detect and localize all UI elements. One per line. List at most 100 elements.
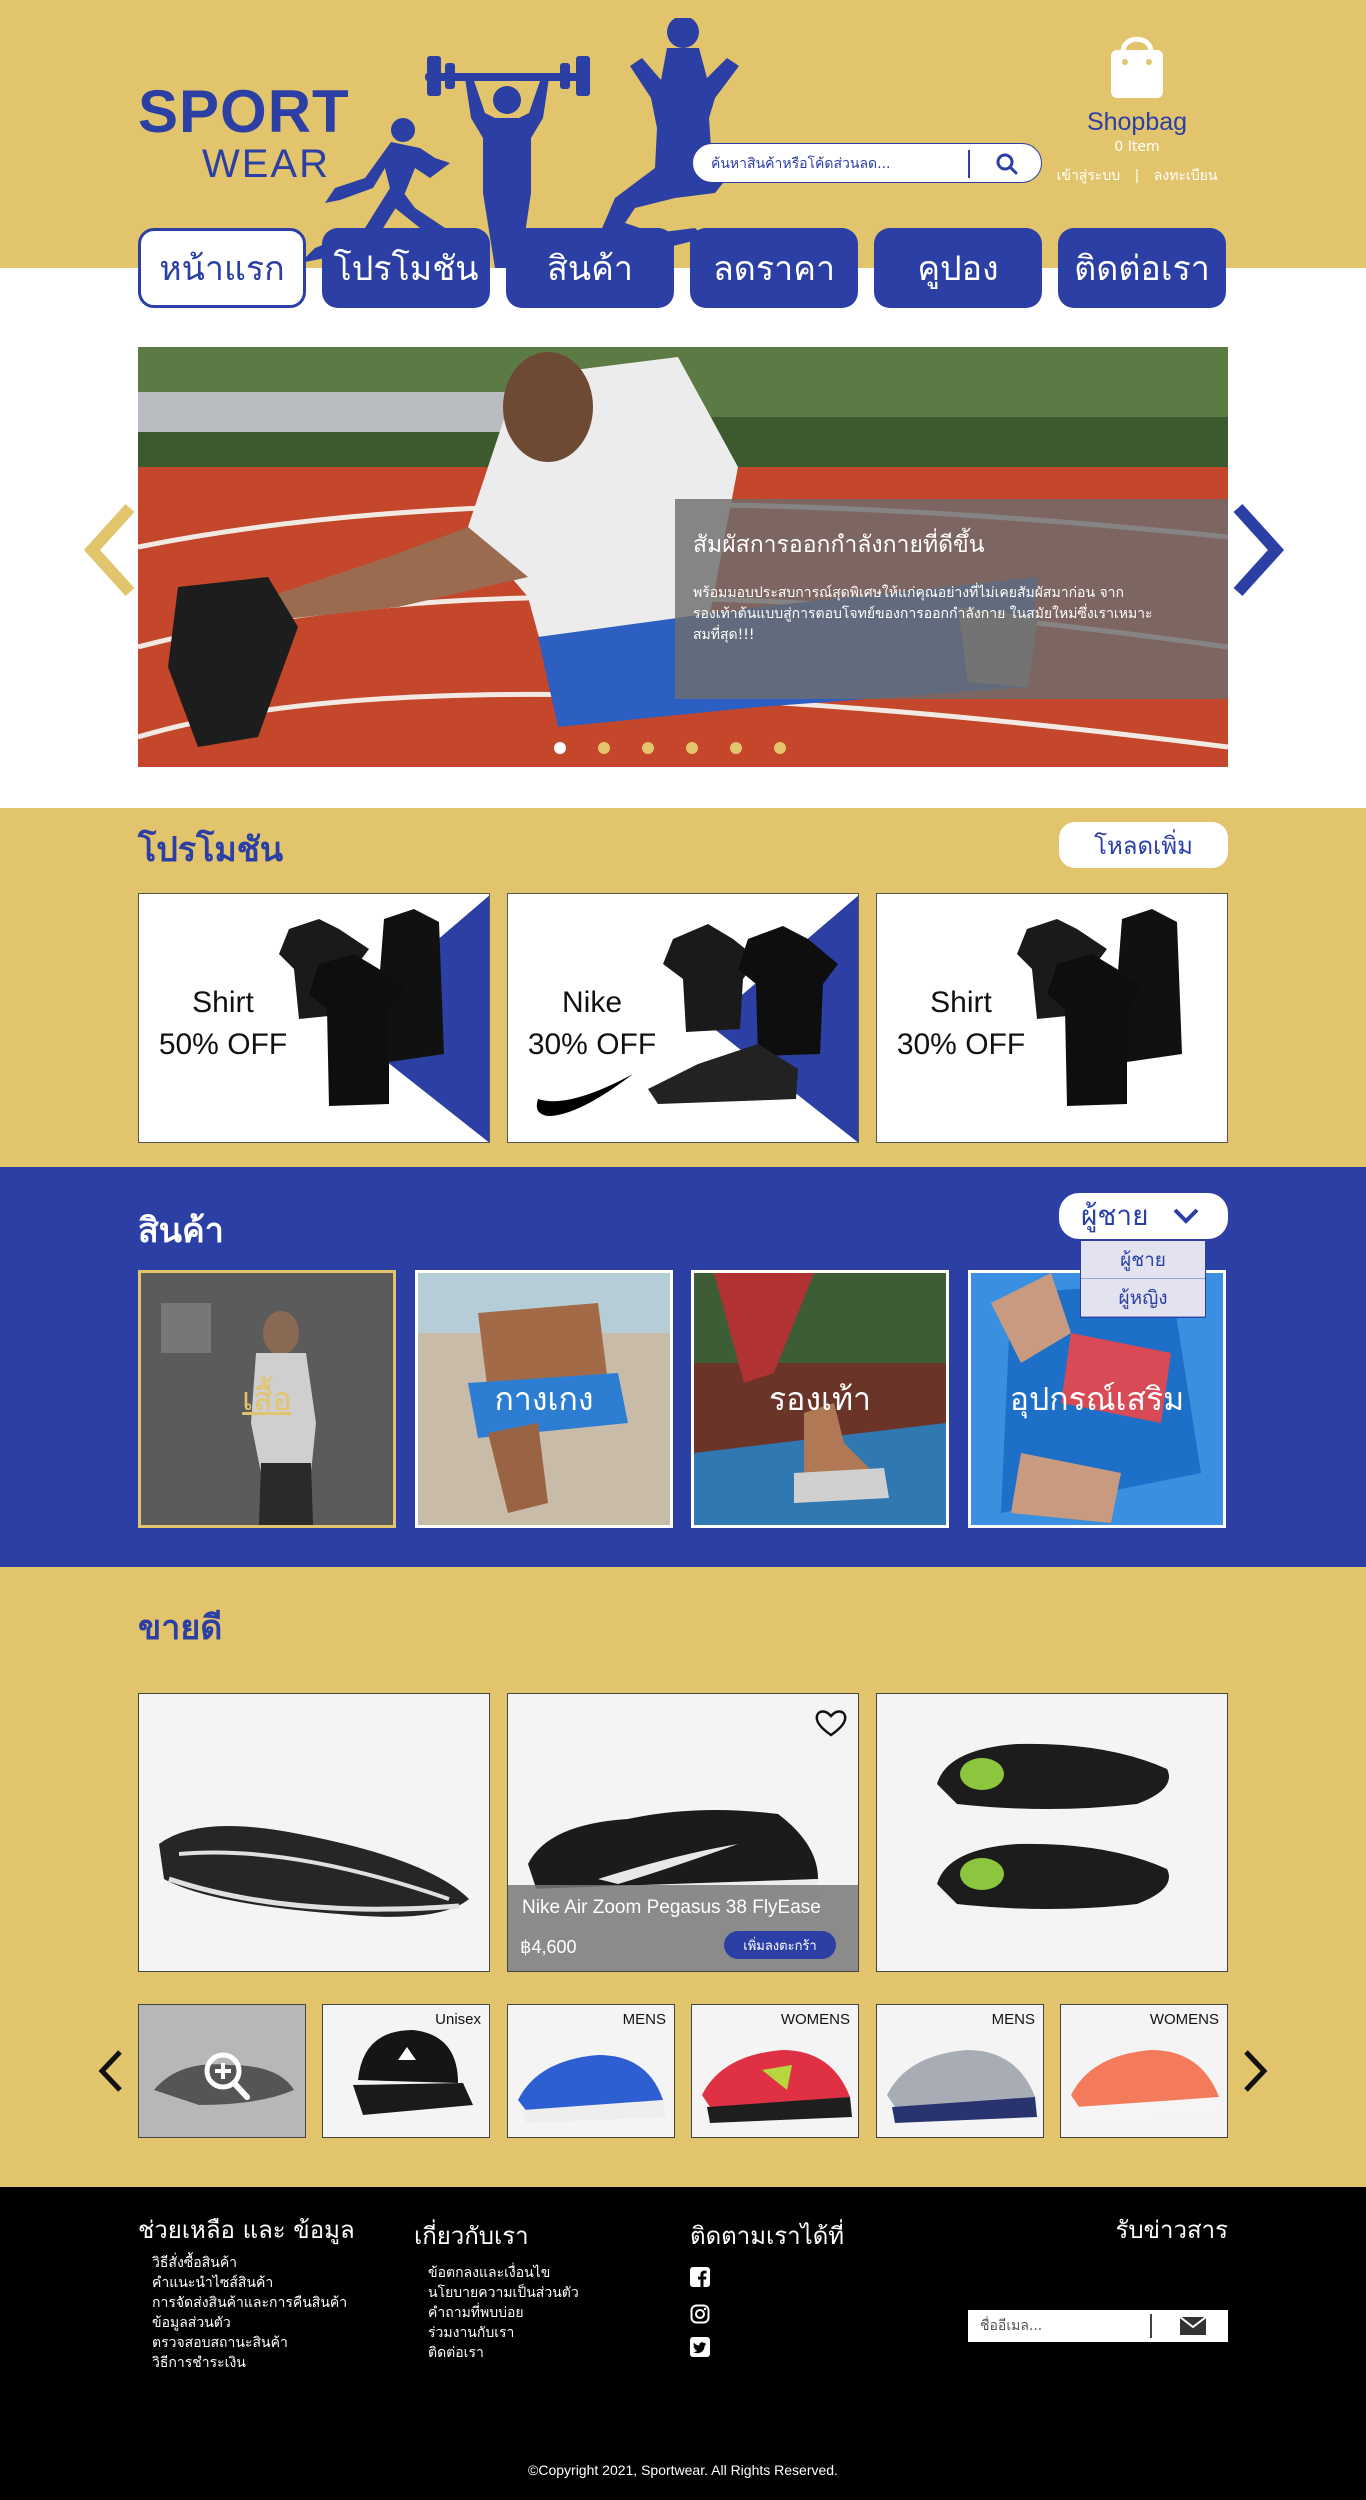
bestseller-card-right[interactable] xyxy=(876,1693,1228,1972)
hero-dot[interactable] xyxy=(730,742,742,754)
search-icon xyxy=(996,153,1018,175)
auth-links: เข้าสู่ระบบ | ลงทะเบียน xyxy=(1042,165,1232,187)
hero-next-arrow[interactable] xyxy=(1226,500,1286,600)
logo-line-2: WEAR xyxy=(202,142,330,186)
footer-about-link[interactable]: ร่วมงานกับเรา xyxy=(428,2323,579,2343)
promo-card[interactable]: Shirt 50% OFF xyxy=(138,893,490,1143)
nav-products[interactable]: สินค้า xyxy=(506,228,674,308)
chevron-down-icon xyxy=(1173,1208,1199,1224)
shopping-bag-icon xyxy=(1111,36,1163,98)
footer-help-link[interactable]: ข้อมูลส่วนตัว xyxy=(152,2313,347,2333)
shoe-image xyxy=(159,1826,469,1917)
gender-option-female[interactable]: ผู้หญิง xyxy=(1081,1279,1205,1317)
footer-about-link[interactable]: ติดต่อเรา xyxy=(428,2343,579,2363)
promo-card[interactable]: Nike 30% OFF xyxy=(507,893,859,1143)
footer-help-link[interactable]: การจัดส่งสินค้าและการคืนสินค้า xyxy=(152,2293,347,2313)
email-input[interactable] xyxy=(980,2316,1140,2336)
thumbnails-prev-arrow[interactable] xyxy=(96,2048,126,2094)
thumbnail-3[interactable]: MENS xyxy=(507,2004,675,2138)
thumbnail-tag: WOMENS xyxy=(780,2011,850,2028)
category-card-pants[interactable]: กางเกง xyxy=(415,1270,673,1528)
category-card-shoes[interactable]: รองเท้า xyxy=(691,1270,949,1528)
social-twitter-label: Sportwear xyxy=(728,2338,797,2356)
footer-about-link[interactable]: นโยบายความเป็นส่วนตัว xyxy=(428,2283,579,2303)
twitter-icon xyxy=(690,2337,710,2357)
thumbnail-6[interactable]: WOMENS xyxy=(1060,2004,1228,2138)
logo[interactable]: SPORT WEAR xyxy=(138,82,349,187)
hero-slider[interactable]: สัมผัสการออกกำลังกายที่ดีขึ้น พร้อมมอบปร… xyxy=(138,347,1228,767)
footer-help-link[interactable]: คำแนะนำไซส์สินค้า xyxy=(152,2273,347,2293)
thumbnail-4[interactable]: WOMENS xyxy=(691,2004,859,2138)
gender-selected: ผู้ชาย xyxy=(1081,1199,1149,1232)
hero-description: พร้อมมอบประสบการณ์สุดพิเศษให้แก่คุณอย่าง… xyxy=(693,585,1153,643)
facebook-icon xyxy=(690,2267,710,2287)
category-card-shirts[interactable]: เสื้อ xyxy=(138,1270,396,1528)
shopbag-title: Shopbag xyxy=(1086,108,1188,136)
newsletter-divider xyxy=(1150,2314,1152,2338)
bestseller-card-left[interactable] xyxy=(138,1693,490,1972)
login-link[interactable]: เข้าสู่ระบบ xyxy=(1057,168,1121,184)
shopbag[interactable]: Shopbag 0 Item xyxy=(1080,30,1194,155)
social-twitter[interactable]: Sportwear xyxy=(690,2337,796,2357)
footer-about-link[interactable]: ข้อตกลงและเงื่อนไข xyxy=(428,2263,579,2283)
search-bar xyxy=(692,143,1042,183)
footer-help-list: วิธีสั่งซื้อสินค้า คำแนะนำไซส์สินค้า การ… xyxy=(152,2253,347,2373)
hero-dot[interactable] xyxy=(642,742,654,754)
promo-text: Shirt 30% OFF xyxy=(891,982,1031,1066)
thumbnails-next-arrow[interactable] xyxy=(1240,2048,1270,2094)
nav-sale[interactable]: ลดราคา xyxy=(690,228,858,308)
product-name: Nike Air Zoom Pegasus 38 FlyEase xyxy=(522,1897,821,1918)
thumbnail-2[interactable]: Unisex xyxy=(322,2004,490,2138)
bestseller-card-featured[interactable]: Nike Air Zoom Pegasus 38 FlyEase ฿4,600 … xyxy=(507,1693,859,1972)
product-info-bar: Nike Air Zoom Pegasus 38 FlyEase ฿4,600 … xyxy=(508,1885,858,1971)
promo-text: Nike 30% OFF xyxy=(522,982,662,1066)
hero-dot[interactable] xyxy=(686,742,698,754)
footer-about-link[interactable]: คำถามที่พบบ่อย xyxy=(428,2303,579,2323)
promo-line-1: Nike xyxy=(561,986,622,1019)
social-facebook[interactable]: Sportwear xyxy=(690,2267,796,2287)
add-to-cart-button[interactable]: เพิ่มลงตะกร้า xyxy=(724,1931,836,1959)
shoe-image xyxy=(937,1743,1169,1909)
footer-newsletter-title: รับข่าวสาร xyxy=(1115,2216,1229,2244)
gender-dropdown[interactable]: ผู้ชาย xyxy=(1059,1193,1228,1239)
footer-help-link[interactable]: วิธีการชำระเงิน xyxy=(152,2353,347,2373)
newsletter-submit-button[interactable] xyxy=(1158,2310,1228,2342)
newsletter-description: สมัครฟรี เพื่อรับข้อมูลข่าวสารและโปรโมชั… xyxy=(964,2251,1228,2290)
copyright: ©Copyright 2021, Sportwear. All Rights R… xyxy=(528,2462,838,2478)
register-link[interactable]: ลงทะเบียน xyxy=(1154,168,1218,184)
heart-icon[interactable] xyxy=(814,1708,848,1738)
thumbnail-1[interactable] xyxy=(138,2004,306,2138)
product-price: ฿4,600 xyxy=(520,1937,577,1957)
hero-prev-arrow[interactable] xyxy=(82,500,142,600)
thumbnail-5[interactable]: MENS xyxy=(876,2004,1044,2138)
shopbag-count: 0 Item xyxy=(1114,139,1160,155)
thumbnail-tag: MENS xyxy=(991,2011,1035,2028)
search-divider xyxy=(968,150,970,178)
footer-about-title: เกี่ยวกับเรา xyxy=(414,2222,529,2250)
nav-promotion[interactable]: โปรโมชัน xyxy=(322,228,490,308)
promo-line-1: Shirt xyxy=(930,986,992,1019)
promo-text: Shirt 50% OFF xyxy=(153,982,293,1066)
envelope-icon xyxy=(1180,2317,1206,2335)
promo-line-2: 30% OFF xyxy=(527,1028,657,1061)
nav-home[interactable]: หน้าแรก xyxy=(138,228,306,308)
footer-follow-title: ติดตามเราได้ที่ xyxy=(690,2222,845,2250)
footer-help-link[interactable]: ตรวจสอบสถานะสินค้า xyxy=(152,2333,347,2353)
products-title: สินค้า xyxy=(138,1211,224,1251)
promo-card[interactable]: Shirt 30% OFF xyxy=(876,893,1228,1143)
nav-contact[interactable]: ติดต่อเรา xyxy=(1058,228,1226,308)
thumbnail-tag: WOMENS xyxy=(1149,2011,1219,2028)
load-more-button[interactable]: โหลดเพิ่ม xyxy=(1059,822,1228,868)
hero-dot[interactable] xyxy=(774,742,786,754)
nav-coupon[interactable]: คูปอง xyxy=(874,228,1042,308)
gender-option-male[interactable]: ผู้ชาย xyxy=(1081,1241,1205,1279)
hero-dot[interactable] xyxy=(598,742,610,754)
gender-menu: ผู้ชาย ผู้หญิง xyxy=(1080,1240,1206,1318)
social-instagram[interactable]: Sportwear xyxy=(690,2304,796,2324)
search-button[interactable] xyxy=(978,148,1036,180)
footer-help-link[interactable]: วิธีสั่งซื้อสินค้า xyxy=(152,2253,347,2273)
hero-dot[interactable] xyxy=(554,742,566,754)
bestseller-title: ขายดี xyxy=(138,1608,223,1648)
search-input[interactable] xyxy=(711,153,961,175)
auth-separator: | xyxy=(1134,168,1140,184)
